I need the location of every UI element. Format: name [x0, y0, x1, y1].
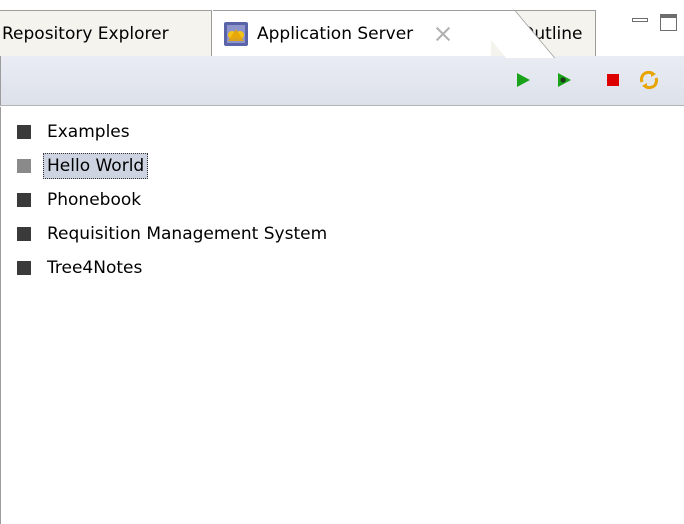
tree-item-tree4notes[interactable]: Tree4Notes [17, 251, 331, 285]
refresh-button[interactable] [637, 68, 661, 92]
application-server-view: Examples Hello World Phonebook Requisiti… [0, 107, 684, 524]
application-server-icon [224, 21, 248, 46]
application-icon [17, 125, 31, 139]
tree-item-label: Hello World [43, 153, 149, 179]
tree-item-label: Examples [47, 122, 130, 142]
application-icon [17, 261, 31, 275]
tree-item-label: Tree4Notes [47, 258, 143, 278]
minimize-button[interactable] [632, 18, 648, 22]
stop-icon [607, 74, 619, 86]
debug-button[interactable] [552, 68, 576, 92]
view-tab-strip: Repository Explorer Application Server O… [0, 0, 684, 56]
tree-item-examples[interactable]: Examples [17, 115, 331, 149]
tree-item-hello-world[interactable]: Hello World [17, 149, 331, 183]
debug-icon [558, 73, 571, 87]
maximize-button[interactable] [660, 14, 677, 31]
tree-item-label: Requisition Management System [47, 224, 328, 244]
refresh-icon [640, 70, 658, 90]
run-button[interactable] [511, 68, 535, 92]
tab-application-server[interactable]: Application Server [213, 10, 491, 56]
tab-label: Application Server [257, 23, 414, 44]
application-icon [17, 227, 31, 241]
tab-repository-explorer[interactable]: Repository Explorer [0, 10, 212, 56]
application-icon [17, 159, 31, 173]
application-icon [17, 193, 31, 207]
tab-label: Repository Explorer [2, 23, 169, 44]
tree-item-phonebook[interactable]: Phonebook [17, 183, 331, 217]
stop-button[interactable] [601, 68, 625, 92]
run-icon [517, 73, 530, 87]
view-toolbar [0, 56, 684, 106]
application-tree: Examples Hello World Phonebook Requisiti… [17, 115, 331, 285]
view-window-controls [604, 8, 684, 38]
tree-item-requisition-management-system[interactable]: Requisition Management System [17, 217, 331, 251]
tree-item-label: Phonebook [47, 190, 142, 210]
close-icon[interactable] [435, 26, 451, 42]
